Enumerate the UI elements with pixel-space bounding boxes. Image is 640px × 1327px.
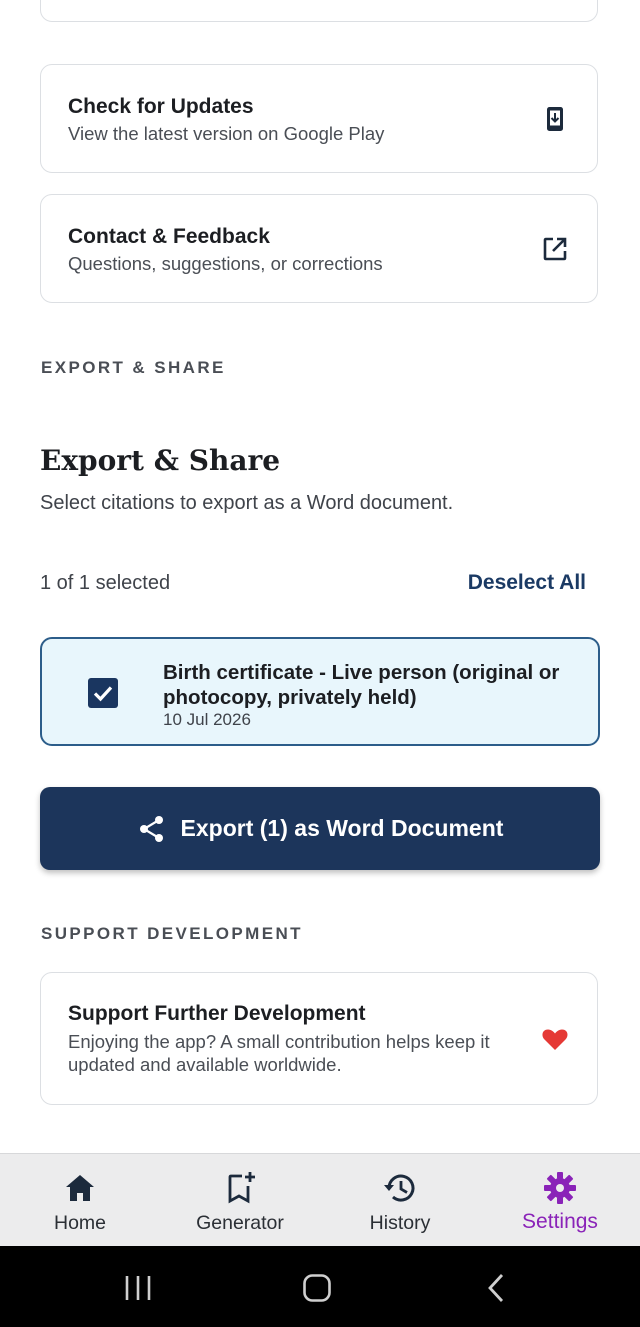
citation-title: Birth certificate - Live person (origina… bbox=[163, 661, 560, 709]
citation-checkbox[interactable] bbox=[88, 678, 118, 708]
home-button-icon[interactable] bbox=[302, 1273, 332, 1303]
citation-item[interactable]: Birth certificate - Live person (origina… bbox=[40, 637, 600, 746]
export-subtitle: Select citations to export as a Word doc… bbox=[40, 492, 454, 514]
nav-settings[interactable]: Settings bbox=[480, 1154, 640, 1247]
check-icon bbox=[93, 686, 113, 702]
history-icon bbox=[384, 1174, 415, 1202]
export-section-label: EXPORT & SHARE bbox=[41, 358, 226, 377]
open-external-icon bbox=[543, 237, 567, 261]
card-title: Contact & Feedback bbox=[68, 225, 270, 248]
support-card[interactable]: Support Further Development Enjoying the… bbox=[40, 972, 598, 1105]
export-title: Export & Share bbox=[40, 444, 281, 477]
card-subtitle: Enjoying the app? A small contribution h… bbox=[68, 1031, 490, 1075]
share-icon bbox=[139, 815, 163, 842]
card-subtitle: Questions, suggestions, or corrections bbox=[68, 253, 383, 274]
check-updates-card[interactable]: Check for Updates View the latest versio… bbox=[40, 64, 598, 173]
previous-card[interactable] bbox=[40, 0, 598, 22]
support-section-label: SUPPORT DEVELOPMENT bbox=[41, 924, 303, 943]
settings-content: Check for Updates View the latest versio… bbox=[0, 0, 640, 1153]
gear-icon bbox=[544, 1172, 576, 1204]
contact-feedback-card[interactable]: Contact & Feedback Questions, suggestion… bbox=[40, 194, 598, 303]
export-word-button[interactable]: Export (1) as Word Document bbox=[40, 787, 600, 870]
bookmark-add-icon bbox=[228, 1172, 255, 1204]
nav-history[interactable]: History bbox=[320, 1154, 480, 1247]
nav-label: Generator bbox=[196, 1212, 284, 1234]
nav-label: Home bbox=[53, 1212, 107, 1234]
nav-label: History bbox=[369, 1212, 431, 1234]
card-subtitle: View the latest version on Google Play bbox=[68, 123, 385, 144]
system-nav-bar bbox=[0, 1246, 640, 1327]
selection-count: 1 of 1 selected bbox=[40, 572, 171, 594]
card-title: Support Further Development bbox=[68, 1002, 366, 1025]
export-button-label: Export (1) as Word Document bbox=[180, 815, 504, 841]
nav-generator[interactable]: Generator bbox=[160, 1154, 320, 1247]
nav-label: Settings bbox=[522, 1210, 598, 1233]
card-title: Check for Updates bbox=[68, 95, 254, 118]
deselect-all-button[interactable]: Deselect All bbox=[468, 571, 586, 595]
recent-apps-icon[interactable] bbox=[123, 1273, 153, 1303]
home-icon bbox=[66, 1175, 94, 1201]
citation-date: 10 Jul 2026 bbox=[163, 710, 251, 729]
heart-icon bbox=[542, 1029, 568, 1050]
back-icon[interactable] bbox=[482, 1273, 512, 1303]
bottom-nav: Home Generator History Settings bbox=[0, 1153, 640, 1246]
nav-home[interactable]: Home bbox=[0, 1154, 160, 1247]
download-phone-icon bbox=[547, 107, 563, 131]
